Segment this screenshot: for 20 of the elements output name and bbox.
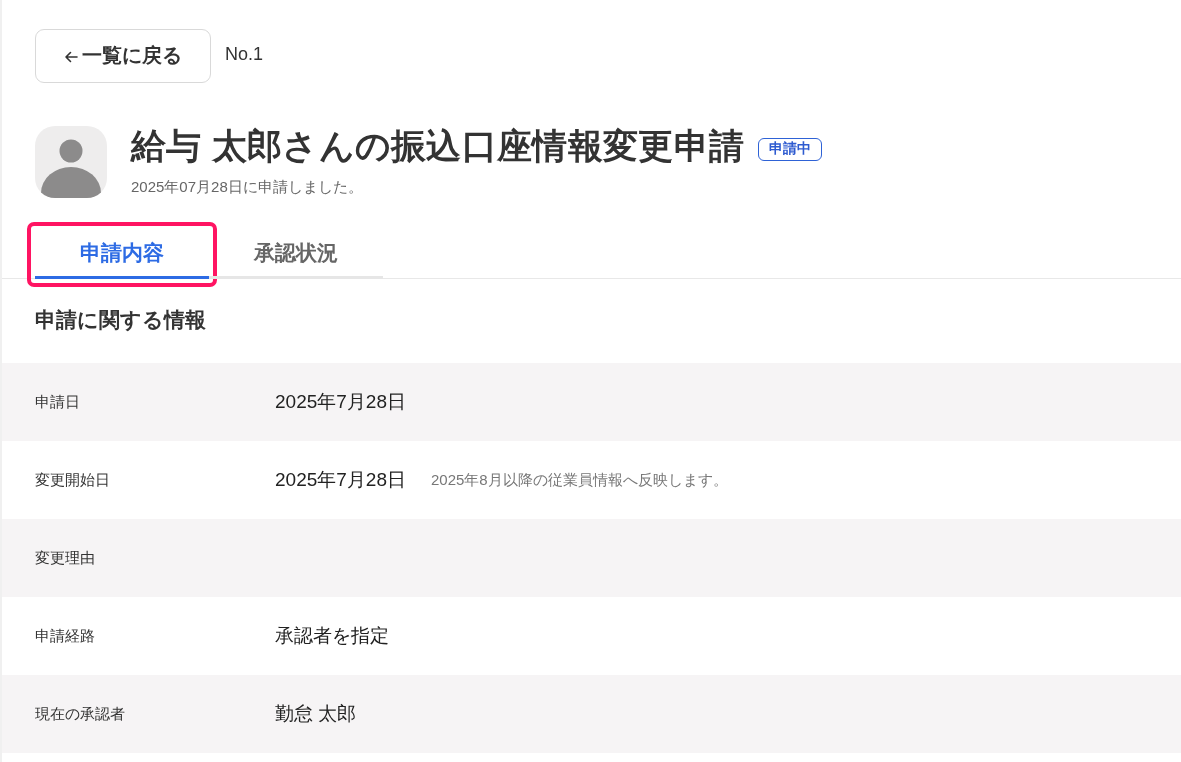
field-value: 2025年7月28日: [275, 390, 406, 414]
arrow-left-icon: [64, 51, 78, 63]
field-note: 2025年8月以降の従業員情報へ反映します。: [430, 470, 728, 490]
tab[interactable]: 承認状況: [209, 230, 383, 279]
field-label: 変更理由: [35, 548, 95, 568]
section-title: 申請に関する情報: [35, 307, 206, 333]
back-button[interactable]: 一覧に戻る: [35, 29, 211, 83]
field-value: 勤怠 太郎: [275, 702, 357, 726]
tab[interactable]: 申請内容: [35, 230, 209, 279]
field-label: 現在の承認者: [35, 704, 125, 724]
field-value: 承認者を指定: [275, 624, 389, 648]
avatar-icon: [35, 126, 107, 198]
field-label: 変更開始日: [35, 470, 110, 490]
field-label: 申請日: [35, 392, 80, 412]
field-value: 2025年7月28日: [275, 468, 406, 492]
submitted-date-text: 2025年07月28日に申請しました。: [131, 177, 363, 197]
status-badge: 申請中: [758, 137, 823, 161]
page-title: 給与 太郎さんの振込口座情報変更申請: [131, 126, 745, 166]
record-number: No.1: [225, 43, 264, 65]
field-label: 申請経路: [35, 626, 95, 646]
